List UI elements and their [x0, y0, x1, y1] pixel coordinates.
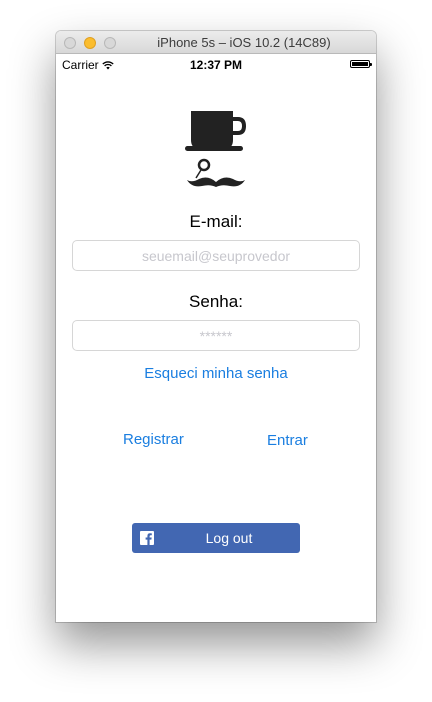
email-label: E-mail: — [189, 212, 243, 231]
window-titlebar[interactable]: iPhone 5s – iOS 10.2 (14C89) — [56, 31, 376, 54]
facebook-icon — [140, 531, 154, 545]
password-field[interactable] — [72, 320, 360, 351]
minimize-window-button[interactable] — [84, 37, 96, 49]
register-button[interactable]: Registrar — [123, 431, 184, 448]
desktop-background: iPhone 5s – iOS 10.2 (14C89) Carrier 12:… — [0, 0, 432, 702]
ios-status-bar: Carrier 12:37 PM — [56, 54, 376, 74]
email-field[interactable] — [72, 240, 360, 271]
window-title: iPhone 5s – iOS 10.2 (14C89) — [157, 35, 331, 50]
simulator-window: iPhone 5s – iOS 10.2 (14C89) Carrier 12:… — [56, 31, 376, 622]
battery-level-fill — [352, 62, 368, 66]
coffee-cup-mustache-logo — [185, 111, 247, 187]
facebook-logout-button[interactable]: Log out — [132, 523, 300, 553]
close-window-button[interactable] — [64, 37, 76, 49]
facebook-button-label: Log out — [205, 530, 253, 546]
forgot-password-link[interactable]: Esqueci minha senha — [56, 365, 376, 382]
battery-icon — [350, 60, 372, 68]
status-time: 12:37 PM — [189, 58, 243, 72]
password-label: Senha: — [189, 292, 243, 311]
zoom-window-button[interactable] — [104, 37, 116, 49]
login-button[interactable]: Entrar — [267, 432, 308, 449]
